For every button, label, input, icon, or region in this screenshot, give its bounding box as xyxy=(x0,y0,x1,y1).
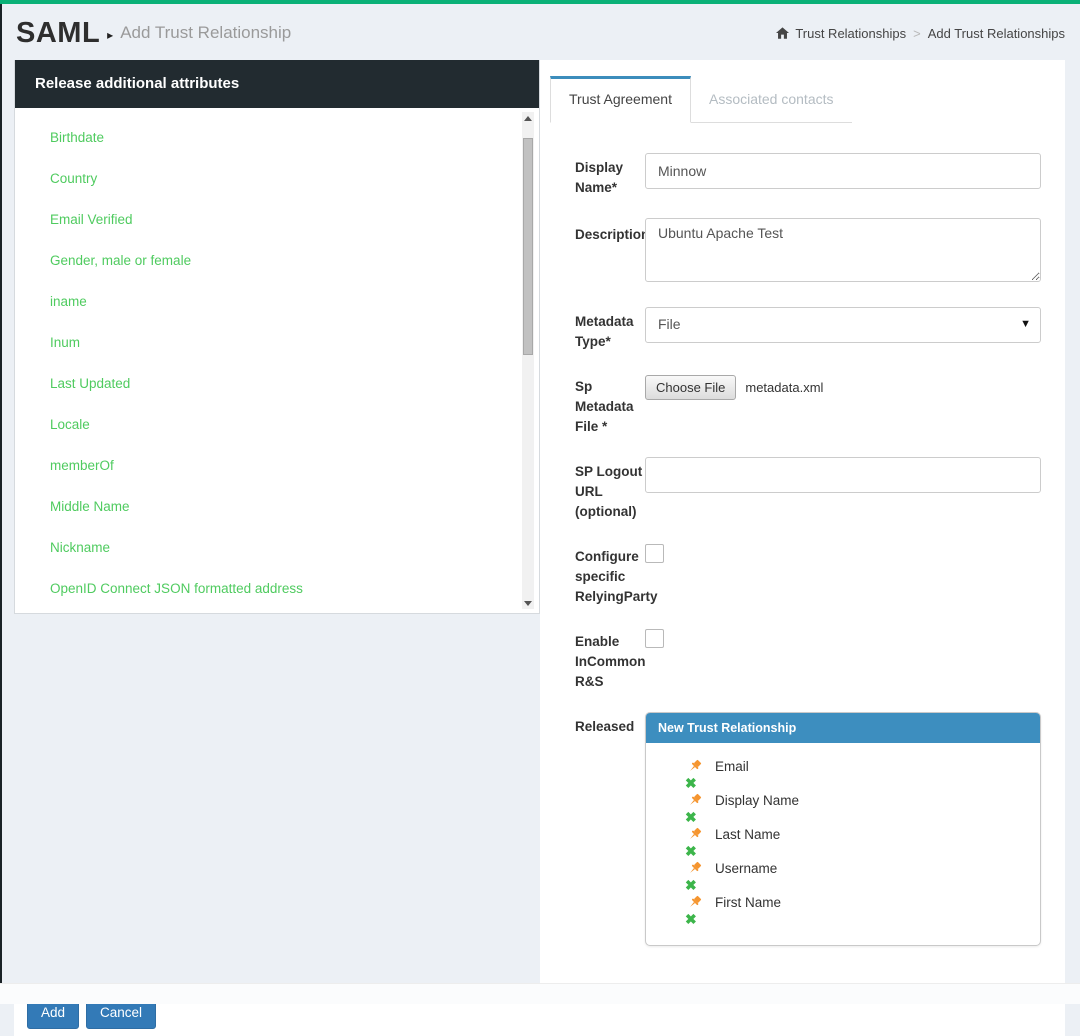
attribute-link[interactable]: Email Verified xyxy=(50,212,133,227)
released-label: Released xyxy=(575,712,645,946)
released-item-label: First Name xyxy=(715,895,781,910)
released-row: Released New Trust Relationship Email✖Di… xyxy=(575,712,1041,946)
attribute-list-item: Country xyxy=(50,170,539,188)
breadcrumb-home-label: Trust Relationships xyxy=(795,26,906,41)
breadcrumb-current: Add Trust Relationships xyxy=(928,26,1065,41)
release-attributes-panel: Release additional attributes Birthdate C… xyxy=(14,60,540,614)
released-item-label: Email xyxy=(715,759,749,774)
attribute-link[interactable]: Nickname xyxy=(50,540,110,555)
breadcrumb-separator: > xyxy=(913,26,921,41)
description-textarea[interactable]: Ubuntu Apache Test xyxy=(645,218,1041,282)
chosen-file-name: metadata.xml xyxy=(745,380,823,395)
enable-incommon-row: Enable InCommon R&S xyxy=(575,627,1041,692)
metadata-type-value: File xyxy=(658,316,681,332)
attribute-list-item: Birthdate xyxy=(50,129,539,147)
sp-logout-url-label: SP Logout URL (optional) xyxy=(575,457,645,522)
metadata-type-select[interactable]: File ▼ xyxy=(645,307,1041,343)
scrollbar-thumb[interactable] xyxy=(523,138,533,355)
attribute-list-item: Inum xyxy=(50,334,539,352)
release-attributes-title: Release additional attributes xyxy=(35,75,239,92)
attribute-list-item: Middle Name xyxy=(50,498,539,516)
breadcrumb: Trust Relationships > Add Trust Relation… xyxy=(776,26,1065,41)
configure-relying-party-label: Configure specific RelyingParty xyxy=(575,542,645,607)
display-name-input[interactable] xyxy=(645,153,1041,189)
configure-relying-party-checkbox[interactable] xyxy=(645,544,664,563)
tab-associated-contacts[interactable]: Associated contacts xyxy=(691,76,852,122)
page-title: Add Trust Relationship xyxy=(120,23,291,43)
remove-attribute-icon[interactable]: ✖ xyxy=(658,912,1028,927)
released-item-label: Username xyxy=(715,861,777,876)
metadata-type-label: Metadata Type* xyxy=(575,307,645,352)
display-name-row: Display Name* xyxy=(575,153,1041,198)
release-attributes-header: Release additional attributes xyxy=(15,60,539,108)
trust-agreement-form: Display Name* Description Ubuntu Apache … xyxy=(540,139,1065,946)
attributes-list: Birthdate Country Email Verified Gender, ma… xyxy=(15,108,539,613)
attribute-link[interactable]: Last Updated xyxy=(50,376,130,391)
attribute-list-item: iname xyxy=(50,293,539,311)
released-list: Email✖Display Name✖Last Name✖Username✖Fi… xyxy=(646,743,1040,945)
remove-attribute-icon[interactable]: ✖ xyxy=(658,878,1028,893)
released-item-label: Last Name xyxy=(715,827,780,842)
metadata-type-row: Metadata Type* File ▼ xyxy=(575,307,1041,352)
scrollbar-down-arrow[interactable] xyxy=(522,597,534,609)
page-footer xyxy=(0,983,1080,1004)
attribute-link[interactable]: Locale xyxy=(50,417,90,432)
description-label: Description xyxy=(575,218,645,287)
released-attributes-panel: New Trust Relationship Email✖Display Nam… xyxy=(645,712,1041,946)
attribute-list-item: OpenID Connect JSON formatted address xyxy=(50,580,539,598)
choose-file-button[interactable]: Choose File xyxy=(645,375,736,400)
enable-incommon-checkbox[interactable] xyxy=(645,629,664,648)
remove-attribute-icon[interactable]: ✖ xyxy=(658,844,1028,859)
attribute-list-item: Gender, male or female xyxy=(50,252,539,270)
pin-icon xyxy=(687,895,703,910)
attribute-link[interactable]: Middle Name xyxy=(50,499,130,514)
attribute-list-item: Last Updated xyxy=(50,375,539,393)
remove-attribute-icon[interactable]: ✖ xyxy=(658,810,1028,825)
attribute-link[interactable]: memberOf xyxy=(50,458,114,473)
trust-relationship-form-panel: Trust AgreementAssociated contacts Displ… xyxy=(540,60,1065,986)
enable-incommon-label: Enable InCommon R&S xyxy=(575,627,645,692)
sp-logout-url-input[interactable] xyxy=(645,457,1041,493)
attribute-link[interactable]: iname xyxy=(50,294,87,309)
description-row: Description Ubuntu Apache Test xyxy=(575,218,1041,287)
scrollbar[interactable] xyxy=(522,112,534,609)
app-title: SAML xyxy=(16,17,100,50)
sp-metadata-file-label: Sp Metadata File * xyxy=(575,372,645,437)
scrollbar-up-arrow[interactable] xyxy=(522,112,534,124)
released-item-label: Display Name xyxy=(715,793,799,808)
sp-metadata-file-row: Sp Metadata File * Choose File metadata.… xyxy=(575,372,1041,437)
pin-icon xyxy=(687,827,703,842)
attribute-list-item: Email Verified xyxy=(50,211,539,229)
released-item: Username ✖ xyxy=(658,859,1028,893)
pin-icon xyxy=(687,793,703,808)
released-panel-title: New Trust Relationship xyxy=(646,713,1040,743)
attribute-link[interactable]: Inum xyxy=(50,335,80,350)
home-icon xyxy=(776,27,789,39)
attribute-list-item: Nickname xyxy=(50,539,539,557)
left-edge-strip xyxy=(0,4,2,983)
attribute-list-item: Locale xyxy=(50,416,539,434)
released-item: Last Name ✖ xyxy=(658,825,1028,859)
caret-right-icon: ▸ xyxy=(107,28,113,42)
page-header: SAML ▸ Add Trust Relationship Trust Rela… xyxy=(0,4,1080,60)
released-item: Email ✖ xyxy=(658,757,1028,791)
chevron-down-icon: ▼ xyxy=(1020,318,1031,330)
released-item: First Name ✖ xyxy=(658,893,1028,927)
pin-icon xyxy=(687,759,703,774)
tabs: Trust AgreementAssociated contacts xyxy=(550,76,852,123)
attribute-link[interactable]: Gender, male or female xyxy=(50,253,191,268)
sp-logout-url-row: SP Logout URL (optional) xyxy=(575,457,1041,522)
attribute-link[interactable]: Country xyxy=(50,171,97,186)
display-name-label: Display Name* xyxy=(575,153,645,198)
released-item: Display Name ✖ xyxy=(658,791,1028,825)
tab-trust-agreement[interactable]: Trust Agreement xyxy=(550,76,691,123)
configure-relying-party-row: Configure specific RelyingParty xyxy=(575,542,1041,607)
attribute-list-item: memberOf xyxy=(50,457,539,475)
remove-attribute-icon[interactable]: ✖ xyxy=(658,776,1028,791)
attribute-link[interactable]: OpenID Connect JSON formatted address xyxy=(50,581,303,596)
pin-icon xyxy=(687,861,703,876)
attribute-link[interactable]: Birthdate xyxy=(50,130,104,145)
breadcrumb-trust-relationships[interactable]: Trust Relationships xyxy=(776,26,906,41)
